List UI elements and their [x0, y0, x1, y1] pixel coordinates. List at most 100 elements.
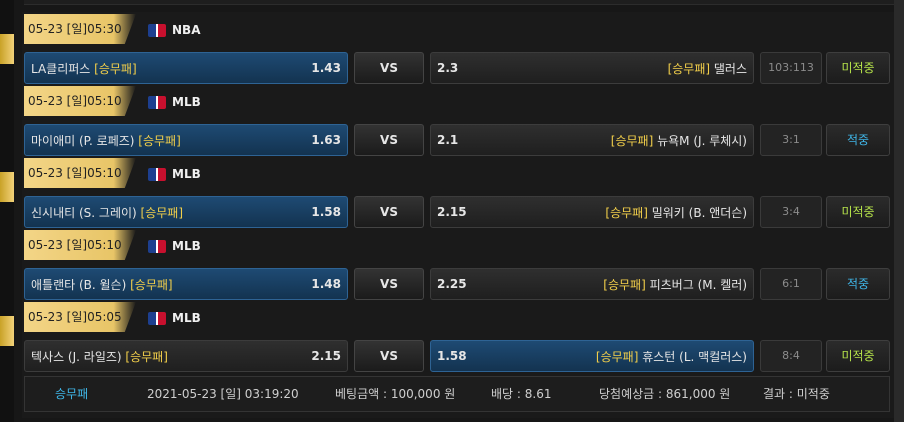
bet-type-tag: [승무패]	[605, 205, 648, 220]
game-block: 05-23 [일]05:10 MLB 마이애미 (P. 로페즈) [승무패] 1…	[22, 84, 894, 156]
home-team-label: 애틀랜타 (B. 윌슨)	[31, 277, 127, 292]
game-score: 3:1	[760, 124, 822, 156]
league-name: MLB	[172, 239, 201, 253]
bet-type-tag: [승무패]	[667, 61, 711, 76]
home-team-pick[interactable]: LA클리퍼스 [승무패] 1.43	[24, 52, 348, 84]
home-team-label: 신시내티 (S. 그레이)	[31, 205, 137, 220]
draw-vs-button[interactable]: VS	[354, 340, 424, 372]
game-score: 8:4	[760, 340, 822, 372]
game-score: 3:4	[760, 196, 822, 228]
summary-bet-amount: 베팅금액 : 100,000 원	[335, 387, 456, 401]
scrollbar[interactable]	[894, 0, 904, 422]
odds-row: 애틀랜타 (B. 윌슨) [승무패] 1.48 VS 2.25 [승무패] 피츠…	[24, 268, 890, 300]
away-team-pick[interactable]: 2.15 [승무패] 밀워키 (B. 앤더슨)	[430, 196, 754, 228]
draw-vs-button[interactable]: VS	[354, 268, 424, 300]
left-edge-marker	[0, 34, 14, 64]
result-badge: 적중	[826, 268, 890, 300]
away-team-name: [승무패] 피츠버그 (M. 켈러)	[603, 276, 747, 293]
draw-vs-button[interactable]: VS	[354, 196, 424, 228]
game-block: 05-23 [일]05:30 NBA LA클리퍼스 [승무패] 1.43 VS …	[22, 12, 894, 84]
game-block: 05-23 [일]05:10 MLB 신시내티 (S. 그레이) [승무패] 1…	[22, 156, 894, 228]
game-datetime: 05-23 [일]05:10	[24, 158, 136, 188]
left-edge-marker	[0, 316, 14, 346]
game-datetime: 05-23 [일]05:30	[24, 14, 136, 44]
home-odds: 1.58	[311, 205, 341, 219]
away-team-pick[interactable]: 1.58 [승무패] 휴스턴 (L. 맥컬러스)	[430, 340, 754, 372]
home-team-label: 마이애미 (P. 로페즈)	[31, 133, 135, 148]
away-odds: 2.3	[437, 61, 459, 75]
bet-type-tag: [승무패]	[603, 277, 646, 292]
mlb-logo-icon	[148, 239, 166, 253]
away-odds: 2.15	[437, 205, 467, 219]
left-edge-marker	[0, 172, 14, 202]
bet-summary-bar: 승무패 2021-05-23 [일] 03:19:20 베팅금액 : 100,0…	[24, 376, 890, 412]
bet-history-panel: 05-23 [일]05:30 NBA LA클리퍼스 [승무패] 1.43 VS …	[22, 12, 894, 418]
result-badge: 미적중	[826, 340, 890, 372]
summary-odds: 배당 : 8.61	[491, 387, 552, 401]
away-team-label: 댈러스	[713, 61, 747, 76]
odds-row: 신시내티 (S. 그레이) [승무패] 1.58 VS 2.15 [승무패] 밀…	[24, 196, 890, 228]
league-name: MLB	[172, 95, 201, 109]
odds-row: LA클리퍼스 [승무패] 1.43 VS 2.3 [승무패] 댈러스 103:1…	[24, 52, 890, 84]
game-score: 6:1	[760, 268, 822, 300]
league-label: MLB	[148, 238, 201, 254]
game-score: 103:113	[760, 52, 822, 84]
game-datetime: 05-23 [일]05:05	[24, 302, 136, 332]
draw-vs-button[interactable]: VS	[354, 124, 424, 156]
league-label: MLB	[148, 166, 201, 182]
league-name: NBA	[172, 23, 201, 37]
home-team-pick[interactable]: 애틀랜타 (B. 윌슨) [승무패] 1.48	[24, 268, 348, 300]
home-team-label: 텍사스 (J. 라일즈)	[31, 349, 122, 364]
left-edge-strip	[0, 0, 14, 422]
away-odds: 1.58	[437, 349, 467, 363]
bet-type-tag: [승무패]	[94, 61, 137, 76]
home-odds: 1.43	[311, 61, 341, 75]
game-block: 05-23 [일]05:10 MLB 애틀랜타 (B. 윌슨) [승무패] 1.…	[22, 228, 894, 300]
away-team-name: [승무패] 휴스턴 (L. 맥컬러스)	[596, 348, 747, 365]
bet-type-tag: [승무패]	[610, 133, 654, 148]
home-odds: 1.48	[311, 277, 341, 291]
away-team-pick[interactable]: 2.3 [승무패] 댈러스	[430, 52, 754, 84]
home-odds: 1.63	[311, 133, 341, 147]
away-team-pick[interactable]: 2.1 [승무패] 뉴욕M (J. 루체시)	[430, 124, 754, 156]
away-team-label: 뉴욕M (J. 루체시)	[657, 133, 747, 148]
nba-logo-icon	[148, 23, 166, 37]
game-block: 05-23 [일]05:05 MLB 텍사스 (J. 라일즈) [승무패] 2.…	[22, 300, 894, 372]
away-team-name: [승무패] 밀워키 (B. 앤더슨)	[605, 204, 747, 221]
home-team-pick[interactable]: 마이애미 (P. 로페즈) [승무패] 1.63	[24, 124, 348, 156]
home-team-name: 신시내티 (S. 그레이) [승무패]	[31, 204, 183, 221]
league-name: MLB	[172, 167, 201, 181]
home-team-name: 텍사스 (J. 라일즈) [승무패]	[31, 348, 168, 365]
mlb-logo-icon	[148, 311, 166, 325]
away-team-label: 휴스턴 (L. 맥컬러스)	[642, 349, 747, 364]
away-team-pick[interactable]: 2.25 [승무패] 피츠버그 (M. 켈러)	[430, 268, 754, 300]
home-team-label: LA클리퍼스	[31, 61, 91, 76]
summary-result: 결과 : 미적중	[763, 387, 830, 401]
away-team-name: [승무패] 뉴욕M (J. 루체시)	[611, 132, 747, 149]
home-team-name: 애틀랜타 (B. 윌슨) [승무패]	[31, 276, 173, 293]
home-team-pick[interactable]: 신시내티 (S. 그레이) [승무패] 1.58	[24, 196, 348, 228]
mlb-logo-icon	[148, 95, 166, 109]
away-team-label: 밀워키 (B. 앤더슨)	[651, 205, 747, 220]
home-team-pick[interactable]: 텍사스 (J. 라일즈) [승무패] 2.15	[24, 340, 348, 372]
result-badge: 미적중	[826, 196, 890, 228]
summary-datetime: 2021-05-23 [일] 03:19:20	[147, 387, 299, 401]
bet-type-tag: [승무패]	[130, 277, 173, 292]
league-label: MLB	[148, 310, 201, 326]
draw-vs-button[interactable]: VS	[354, 52, 424, 84]
home-team-name: LA클리퍼스 [승무패]	[31, 60, 137, 77]
league-label: NBA	[148, 22, 200, 38]
game-datetime: 05-23 [일]05:10	[24, 230, 136, 260]
odds-row: 텍사스 (J. 라일즈) [승무패] 2.15 VS 1.58 [승무패] 휴스…	[24, 340, 890, 372]
result-badge: 적중	[826, 124, 890, 156]
mlb-logo-icon	[148, 167, 166, 181]
top-header-edge	[24, 0, 894, 5]
game-datetime: 05-23 [일]05:10	[24, 86, 136, 116]
away-team-name: [승무패] 댈러스	[668, 60, 747, 77]
away-odds: 2.25	[437, 277, 467, 291]
league-label: MLB	[148, 94, 201, 110]
away-team-label: 피츠버그 (M. 켈러)	[649, 277, 747, 292]
summary-bet-type: 승무패	[55, 387, 89, 401]
bet-type-tag: [승무패]	[595, 349, 639, 364]
home-team-name: 마이애미 (P. 로페즈) [승무패]	[31, 132, 181, 149]
